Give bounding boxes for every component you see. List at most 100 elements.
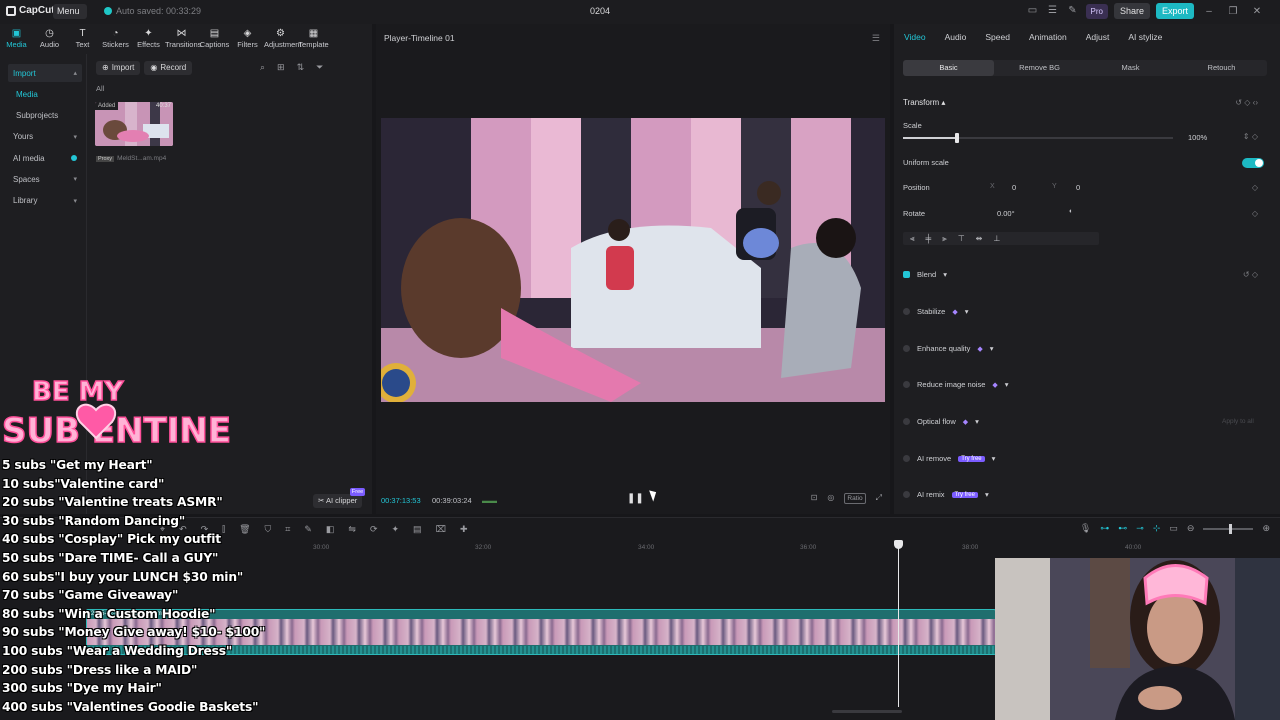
tool-stickers[interactable]: ◔ Stickers (99, 24, 132, 54)
remove-bg-icon[interactable]: ⌧ (436, 524, 446, 535)
align-top-icon[interactable]: ⊤ (958, 232, 965, 245)
shortcuts-icon[interactable]: ☰ (1046, 4, 1060, 18)
snapshot-icon[interactable]: ◎ (827, 493, 834, 504)
playhead[interactable] (894, 540, 903, 707)
minimize-icon[interactable]: – (1200, 6, 1218, 17)
video-preview[interactable] (381, 118, 885, 402)
maximize-icon[interactable]: ❐ (1224, 6, 1242, 17)
nav-library[interactable]: Library ▾ (8, 192, 82, 210)
export-button[interactable]: Export (1155, 3, 1194, 19)
record-button[interactable]: ◉ Record (144, 61, 193, 75)
tool-adjustment[interactable]: ⚙ Adjustment (264, 24, 302, 54)
stabilize-section[interactable]: Stabilize ◆ ▾ (903, 307, 969, 316)
player-menu-icon[interactable]: ☰ (872, 33, 880, 44)
rotate-icon[interactable]: ⟳ (370, 524, 378, 535)
zoom-slider[interactable] (1203, 523, 1254, 534)
apply-to-all-button[interactable]: Apply to all (1222, 418, 1254, 425)
ai-clipper-button[interactable]: ✂ AI clipper Free (313, 488, 366, 508)
nav-ai-media[interactable]: AI media (8, 149, 82, 167)
subtab-mask[interactable]: Mask (1085, 60, 1176, 76)
reduce-noise-checkbox[interactable] (903, 381, 910, 388)
keyframe-icon[interactable]: ⇕ ◇ (1243, 132, 1258, 141)
search-icon[interactable]: ⌕ (260, 62, 265, 73)
import-button[interactable]: ⊕ Import (96, 61, 141, 75)
tab-audio[interactable]: Audio (945, 32, 967, 42)
share-button[interactable]: Share (1113, 3, 1150, 19)
fullscreen-icon[interactable]: ⤢ (876, 493, 882, 504)
keyframe-icon[interactable]: ◇ (1252, 183, 1258, 192)
feedback-icon[interactable]: ✎ (1066, 4, 1080, 18)
keyframe-icon[interactable]: ◇ (1252, 209, 1258, 218)
ratio-button[interactable]: Ratio (844, 493, 866, 504)
enhance-quality-section[interactable]: Enhance quality ◆ ▾ (903, 344, 994, 353)
tool-filters[interactable]: ◈ Filters (231, 24, 264, 54)
freeze-icon[interactable]: ◧ (326, 524, 335, 535)
align-middle-icon[interactable]: ⇹ (976, 232, 983, 245)
tab-ai-stylize[interactable]: AI stylize (1128, 32, 1162, 42)
reduce-noise-section[interactable]: Reduce image noise ◆ ▾ (903, 380, 1009, 389)
ai-remove-checkbox[interactable] (903, 455, 910, 462)
tool-effects[interactable]: ✦ Effects (132, 24, 165, 54)
subtab-retouch[interactable]: Retouch (1176, 60, 1267, 76)
subtab-remove-bg[interactable]: Remove BG (994, 60, 1085, 76)
crop-icon[interactable]: ⌗ (285, 524, 290, 535)
tool-transitions[interactable]: ⋈ Transitions (165, 24, 201, 54)
align-left-icon[interactable]: ⫷ (910, 232, 915, 245)
nav-import[interactable]: Import ▴ (8, 64, 82, 82)
filter-icon[interactable]: ⏷ (316, 62, 323, 73)
close-icon[interactable]: ✕ (1248, 6, 1266, 17)
microphone-icon[interactable]: 🎙 (1080, 523, 1091, 534)
grid-view-icon[interactable]: ⊞ (277, 62, 285, 73)
scale-slider-handle[interactable] (955, 133, 959, 143)
full-quality-icon[interactable]: ⊡ (811, 493, 818, 504)
auto-reframe-icon[interactable]: ✦ (392, 524, 400, 535)
main-track-magnet-icon[interactable]: ⊶ (1100, 523, 1109, 534)
scale-slider[interactable] (903, 133, 1173, 143)
optical-flow-section[interactable]: Optical flow ◆ ▾ (903, 417, 979, 426)
pause-button[interactable]: ❚❚ (627, 493, 644, 504)
ai-remix-section[interactable]: AI remix Try free ▾ (903, 490, 989, 499)
ai-remove-section[interactable]: AI remove Try free ▾ (903, 454, 995, 463)
zoom-out-icon[interactable]: ⊖ (1187, 523, 1195, 534)
caption-track-icon[interactable]: ▭ (1169, 523, 1178, 534)
reset-icon[interactable]: ↺ ◇ ‹› (1235, 98, 1258, 107)
uniform-scale-toggle[interactable] (1242, 158, 1264, 168)
align-center-icon[interactable]: ╪ (926, 232, 932, 245)
scale-value[interactable]: 100% (1188, 133, 1207, 142)
blend-section[interactable]: Blend ▾ (903, 270, 947, 279)
enhance-checkbox[interactable] (903, 345, 910, 352)
blend-checkbox[interactable] (903, 271, 910, 278)
align-right-icon[interactable]: ⫸ (942, 232, 947, 245)
tab-animation[interactable]: Animation (1029, 32, 1067, 42)
menu-button[interactable]: Menu (53, 4, 87, 19)
marker-icon[interactable]: ⛉ (265, 524, 272, 535)
zoom-in-icon[interactable]: ⊕ (1262, 523, 1270, 534)
align-bottom-icon[interactable]: ⊥ (993, 232, 1000, 245)
subtab-basic[interactable]: Basic (903, 60, 994, 76)
tool-audio[interactable]: ◷ Audio (33, 24, 66, 54)
layout-icon[interactable]: ▭ (1026, 4, 1040, 18)
edit-icon[interactable]: ✎ (304, 524, 312, 535)
caption-icon[interactable]: ▤ (413, 524, 422, 535)
preview-axis-icon[interactable]: ⊹ (1153, 523, 1161, 534)
tool-captions[interactable]: ▤ Captions (198, 24, 231, 54)
position-y-input[interactable]: 0 (1076, 183, 1080, 192)
tool-media[interactable]: ▣ Media (0, 24, 33, 54)
mirror-icon[interactable]: ⇋ (348, 524, 356, 535)
stabilize-checkbox[interactable] (903, 308, 910, 315)
media-thumbnail[interactable]: Added 40:37 (95, 102, 173, 146)
position-x-input[interactable]: 0 (1012, 183, 1016, 192)
nav-subprojects[interactable]: Subprojects (8, 107, 82, 125)
pro-badge[interactable]: Pro (1085, 3, 1108, 19)
zoom-handle[interactable] (1229, 523, 1233, 534)
rotate-input[interactable]: 0.00° (997, 209, 1015, 218)
linkage-icon[interactable]: ⊸ (1136, 523, 1144, 534)
timeline-scrollbar[interactable] (832, 710, 902, 713)
reset-icon[interactable]: ↺ ◇ (1243, 270, 1258, 279)
tab-video[interactable]: Video (904, 32, 926, 42)
filter-all-label[interactable]: All (96, 84, 104, 93)
optical-flow-checkbox[interactable] (903, 418, 910, 425)
nav-yours[interactable]: Yours ▾ (8, 128, 82, 146)
nav-spaces[interactable]: Spaces ▾ (8, 170, 82, 188)
more-icon[interactable]: ✚ (460, 524, 468, 535)
